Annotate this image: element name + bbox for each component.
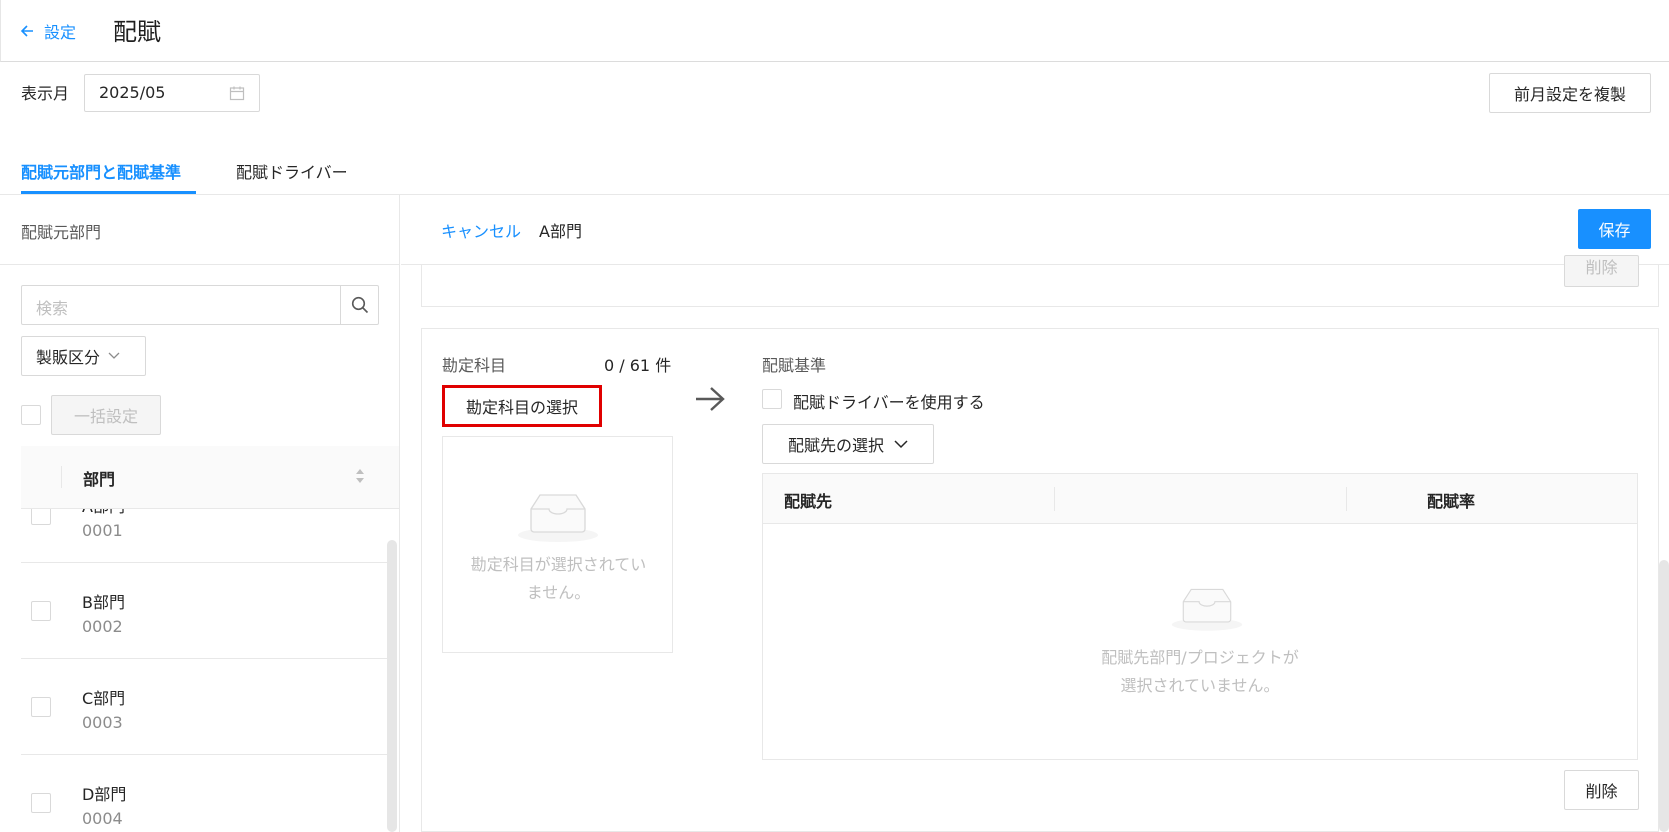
category-filter-select[interactable]: 製販区分: [21, 336, 146, 376]
accounts-label: 勘定科目: [442, 356, 507, 375]
empty-text-line: 勘定科目が選択されてい: [470, 555, 647, 574]
department-list: A部門 0001 B部門 0002 C部門 0003 D部門 0004: [21, 509, 399, 832]
row-checkbox[interactable]: [31, 793, 51, 813]
page-title: 配賦: [113, 18, 161, 46]
tab-drivers[interactable]: 配賦ドライバー: [236, 159, 348, 183]
row-checkbox[interactable]: [31, 697, 51, 717]
active-tab-indicator: [21, 191, 196, 194]
department-code: 0002: [82, 617, 123, 636]
empty-inbox-icon: [518, 494, 598, 542]
table-row[interactable]: A部門 0001: [21, 509, 388, 563]
month-label: 表示月: [21, 84, 70, 103]
back-link[interactable]: 設定: [20, 18, 76, 44]
source-department-panel: 配賦元部門 検索 製販区分 一括設定 部門 A部門 0001 B部門 0002 …: [0, 195, 400, 832]
table-header: 配賦先 配賦率: [763, 474, 1637, 524]
month-picker[interactable]: 2025/05: [84, 74, 260, 112]
sort-icon[interactable]: [355, 468, 365, 484]
table-row[interactable]: C部門 0003: [21, 659, 388, 755]
arrow-left-icon: [20, 25, 33, 37]
previous-rule-card: [421, 265, 1659, 307]
row-checkbox[interactable]: [31, 601, 51, 621]
right-scrollbar[interactable]: [1659, 560, 1669, 832]
select-destination-button[interactable]: 配賦先の選択: [762, 424, 934, 464]
department-code: 0004: [82, 809, 123, 828]
search-input[interactable]: 検索: [21, 285, 341, 325]
allocation-basis-label: 配賦基準: [762, 356, 827, 375]
select-all-checkbox[interactable]: [21, 405, 41, 425]
left-scrollbar[interactable]: [387, 540, 397, 832]
column-header-rate: 配賦率: [1426, 492, 1475, 511]
filter-label: 製販区分: [36, 348, 101, 367]
search-button[interactable]: [340, 285, 379, 325]
table-header: 部門: [21, 446, 399, 509]
use-driver-label[interactable]: 配賦ドライバーを使用する: [793, 389, 985, 413]
panel-heading: 配賦元部門: [21, 223, 102, 242]
department-name: B部門: [82, 593, 125, 612]
row-checkbox[interactable]: [31, 509, 51, 525]
calendar-icon: [229, 86, 245, 101]
save-button[interactable]: 保存: [1578, 209, 1651, 249]
month-value: 2025/05: [99, 83, 166, 102]
search-icon: [351, 296, 368, 314]
table-row[interactable]: B部門 0002: [21, 563, 388, 659]
page-header: [0, 0, 1669, 62]
empty-text-line: ません。: [526, 583, 591, 602]
column-header-destination: 配賦先: [784, 492, 833, 511]
chevron-down-icon: [894, 439, 908, 448]
table-row[interactable]: D部門 0004: [21, 755, 388, 832]
copy-previous-month-button[interactable]: 前月設定を複製: [1489, 73, 1651, 113]
empty-text-line: 選択されていません。: [1120, 676, 1280, 695]
empty-text-line: 配賦先部門/プロジェクトが: [1101, 648, 1299, 667]
tab-bar: 配賦元部門と配賦基準 配賦ドライバー: [0, 140, 1669, 195]
department-code: 0003: [82, 713, 123, 732]
department-name: A部門: [82, 509, 125, 517]
tab-source-departments[interactable]: 配賦元部門と配賦基準: [21, 159, 181, 183]
select-accounts-button[interactable]: 勘定科目の選択: [442, 385, 602, 427]
accounts-count: 0 / 61 件: [604, 356, 672, 375]
back-label: 設定: [44, 23, 77, 42]
selected-department-name: A部門: [539, 222, 582, 241]
department-code: 0001: [82, 521, 123, 540]
use-driver-checkbox[interactable]: [762, 389, 782, 409]
column-divider: [61, 466, 62, 488]
select-destination-label: 配賦先の選択: [787, 436, 884, 455]
editor-header: [401, 195, 1669, 265]
destination-empty-text: 配賦先部門/プロジェクトが 選択されていません。: [763, 644, 1637, 700]
arrow-right-icon: [696, 387, 725, 411]
bulk-setting-button[interactable]: 一括設定: [51, 395, 161, 435]
empty-inbox-icon: [1171, 588, 1243, 631]
column-header-department[interactable]: 部門: [83, 466, 115, 490]
department-name: C部門: [82, 689, 126, 708]
chevron-down-icon: [108, 352, 120, 359]
accounts-empty-state: 勘定科目が選択されてい ません。: [442, 436, 673, 653]
column-divider: [1054, 487, 1055, 511]
previous-delete-button[interactable]: 削除: [1564, 255, 1639, 287]
department-name: D部門: [82, 785, 127, 804]
cancel-link[interactable]: キャンセル: [441, 218, 521, 242]
accounts-empty-text: 勘定科目が選択されてい ません。: [443, 551, 674, 607]
destination-table: 配賦先 配賦率 配賦先部門/プロジェクトが 選択されていません。: [762, 473, 1638, 760]
divider: [0, 264, 399, 265]
delete-button[interactable]: 削除: [1564, 770, 1639, 810]
column-divider: [1346, 487, 1347, 511]
